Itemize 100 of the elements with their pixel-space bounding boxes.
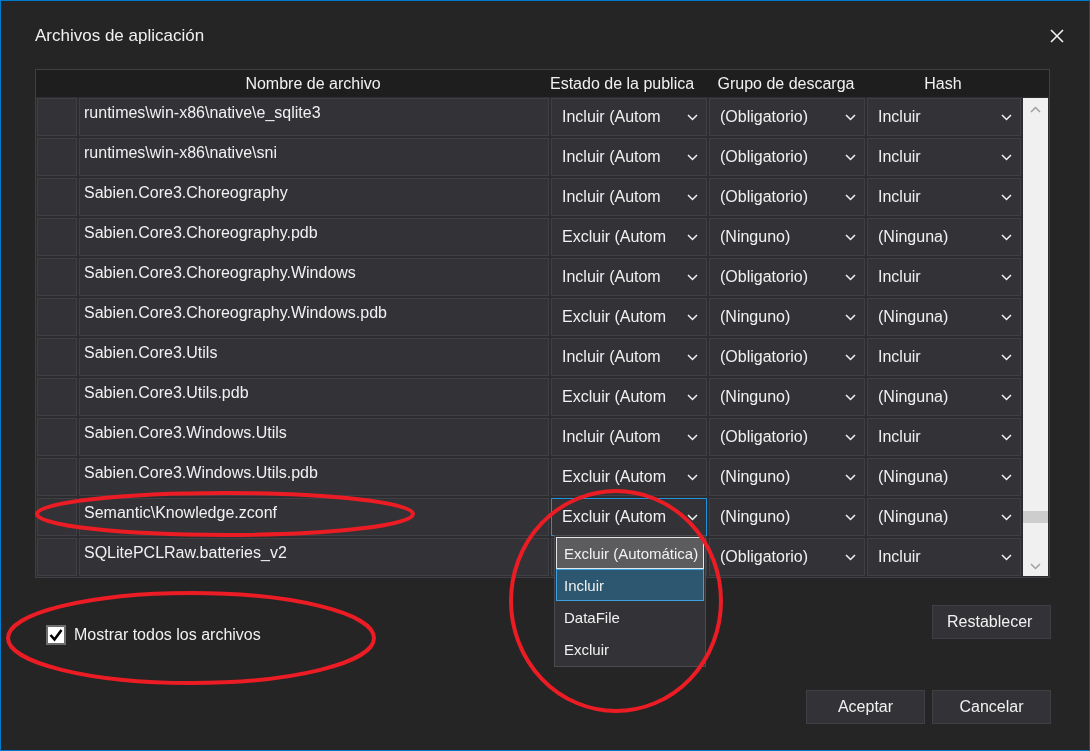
chevron-down-icon [1001,153,1012,161]
dropdown-field[interactable]: Incluir [867,338,1021,376]
close-icon[interactable] [1050,29,1064,43]
chevron-down-icon [687,153,698,161]
chevron-down-icon [845,193,856,201]
file-name-cell: runtimes\win-x86\native\sni [79,138,549,176]
chevron-down-icon [1001,193,1012,201]
chevron-down-icon [1001,513,1012,521]
chevron-down-icon [1001,353,1012,361]
chevron-down-icon [845,273,856,281]
column-header[interactable]: Estado de la publica [550,74,706,93]
dropdown-field[interactable]: (Ninguna) [867,498,1021,536]
dialog-title: Archivos de aplicación [35,26,205,46]
file-name-cell: Sabien.Core3.Choreography.pdb [79,218,549,256]
dropdown-field[interactable]: Incluir [867,538,1021,576]
chevron-down-icon [845,393,856,401]
chevron-down-icon [1001,473,1012,481]
dropdown-field[interactable]: Incluir [867,178,1021,216]
chevron-down-icon [687,473,698,481]
dropdown-field[interactable]: (Obligatorio) [709,258,865,296]
dropdown-field[interactable]: Incluir [867,258,1021,296]
file-name-cell: Semantic\Knowledge.zconf [79,498,549,536]
chevron-down-icon [687,313,698,321]
dropdown-field[interactable]: Incluir (Autom [551,338,707,376]
dropdown-option[interactable]: Excluir [556,633,704,665]
chevron-down-icon [1001,113,1012,121]
file-name-cell: Sabien.Core3.Utils.pdb [79,378,549,416]
chevron-down-icon [1001,393,1012,401]
chevron-down-icon [687,233,698,241]
file-name-cell: Sabien.Core3.Choreography.Windows [79,258,549,296]
column-header[interactable]: Nombre de archivo [78,74,548,93]
cancel-button[interactable]: Cancelar [932,690,1051,724]
dropdown-field[interactable]: Incluir [867,98,1021,136]
dropdown-field[interactable]: (Obligatorio) [709,98,865,136]
dropdown-field[interactable]: Excluir (Autom [551,458,707,496]
chevron-down-icon [845,473,856,481]
dropdown-field[interactable]: Incluir [867,138,1021,176]
checkbox[interactable] [46,625,66,645]
chevron-down-icon [687,353,698,361]
chevron-down-icon [687,393,698,401]
chevron-down-icon [687,513,698,521]
dropdown-field[interactable]: (Ninguna) [867,298,1021,336]
chevron-down-icon [845,353,856,361]
chevron-down-icon [845,433,856,441]
chevron-down-icon [845,113,856,121]
file-name-cell: Sabien.Core3.Windows.Utils [79,418,549,456]
dropdown-field[interactable]: Incluir (Autom [551,178,707,216]
chevron-down-icon [1030,563,1041,570]
dropdown-field[interactable]: Incluir (Autom [551,258,707,296]
dropdown-field[interactable]: (Obligatorio) [709,178,865,216]
file-name-cell: SQLitePCLRaw.batteries_v2 [79,538,549,576]
accept-button[interactable]: Aceptar [806,690,925,724]
chevron-up-icon [1030,106,1041,113]
reset-button[interactable]: Restablecer [932,605,1051,639]
dropdown-field[interactable]: Excluir (Autom [551,378,707,416]
file-name-cell: Sabien.Core3.Choreography.Windows.pdb [79,298,549,336]
chevron-down-icon [1001,273,1012,281]
chevron-down-icon [845,153,856,161]
row-header[interactable] [37,98,77,136]
dropdown-field[interactable]: (Obligatorio) [709,418,865,456]
scrollbar[interactable] [1023,98,1048,576]
chevron-down-icon [845,313,856,321]
dropdown-field[interactable]: (Ninguno) [709,458,865,496]
scrollbar-thumb[interactable] [1023,511,1048,523]
file-name-cell: Sabien.Core3.Choreography [79,178,549,216]
dropdown-field[interactable]: (Ninguno) [709,298,865,336]
chevron-down-icon [1001,553,1012,561]
dropdown-field[interactable]: Excluir (Autom [551,218,707,256]
dropdown-field[interactable]: Incluir (Autom [551,418,707,456]
dropdown-field[interactable]: Incluir (Autom [551,98,707,136]
dropdown-field[interactable]: (Obligatorio) [709,538,865,576]
dropdown-option[interactable]: Incluir [556,569,704,601]
chevron-down-icon [687,113,698,121]
dropdown-field[interactable]: (Ninguno) [709,378,865,416]
dropdown-field[interactable]: (Ninguno) [709,498,865,536]
dropdown-field[interactable]: (Obligatorio) [709,138,865,176]
dropdown-field[interactable]: (Ninguna) [867,218,1021,256]
chevron-down-icon [845,553,856,561]
chevron-down-icon [687,273,698,281]
column-header[interactable]: Hash [866,74,1020,93]
chevron-down-icon [687,193,698,201]
chevron-down-icon [1001,433,1012,441]
dropdown-field[interactable]: Incluir [867,418,1021,456]
chevron-down-icon [845,513,856,521]
dropdown-field[interactable]: Incluir (Autom [551,138,707,176]
dropdown-field[interactable]: (Ninguna) [867,458,1021,496]
dropdown-option[interactable]: DataFile [556,601,704,633]
file-name-cell: runtimes\win-x86\native\e_sqlite3 [79,98,549,136]
dropdown-field[interactable]: (Ninguno) [709,218,865,256]
file-name-cell: Sabien.Core3.Utils [79,338,549,376]
dropdown-field[interactable]: Excluir (Autom [551,298,707,336]
file-name-cell: Sabien.Core3.Windows.Utils.pdb [79,458,549,496]
checkbox-label[interactable]: Mostrar todos los archivos [74,626,261,644]
dropdown-option[interactable]: Excluir (Automática) [556,537,704,569]
chevron-down-icon [687,433,698,441]
dropdown-field[interactable]: (Ninguna) [867,378,1021,416]
chevron-down-icon [1001,313,1012,321]
dropdown-field[interactable]: (Obligatorio) [709,338,865,376]
column-header[interactable]: Grupo de descarga [708,74,864,93]
chevron-down-icon [1001,233,1012,241]
